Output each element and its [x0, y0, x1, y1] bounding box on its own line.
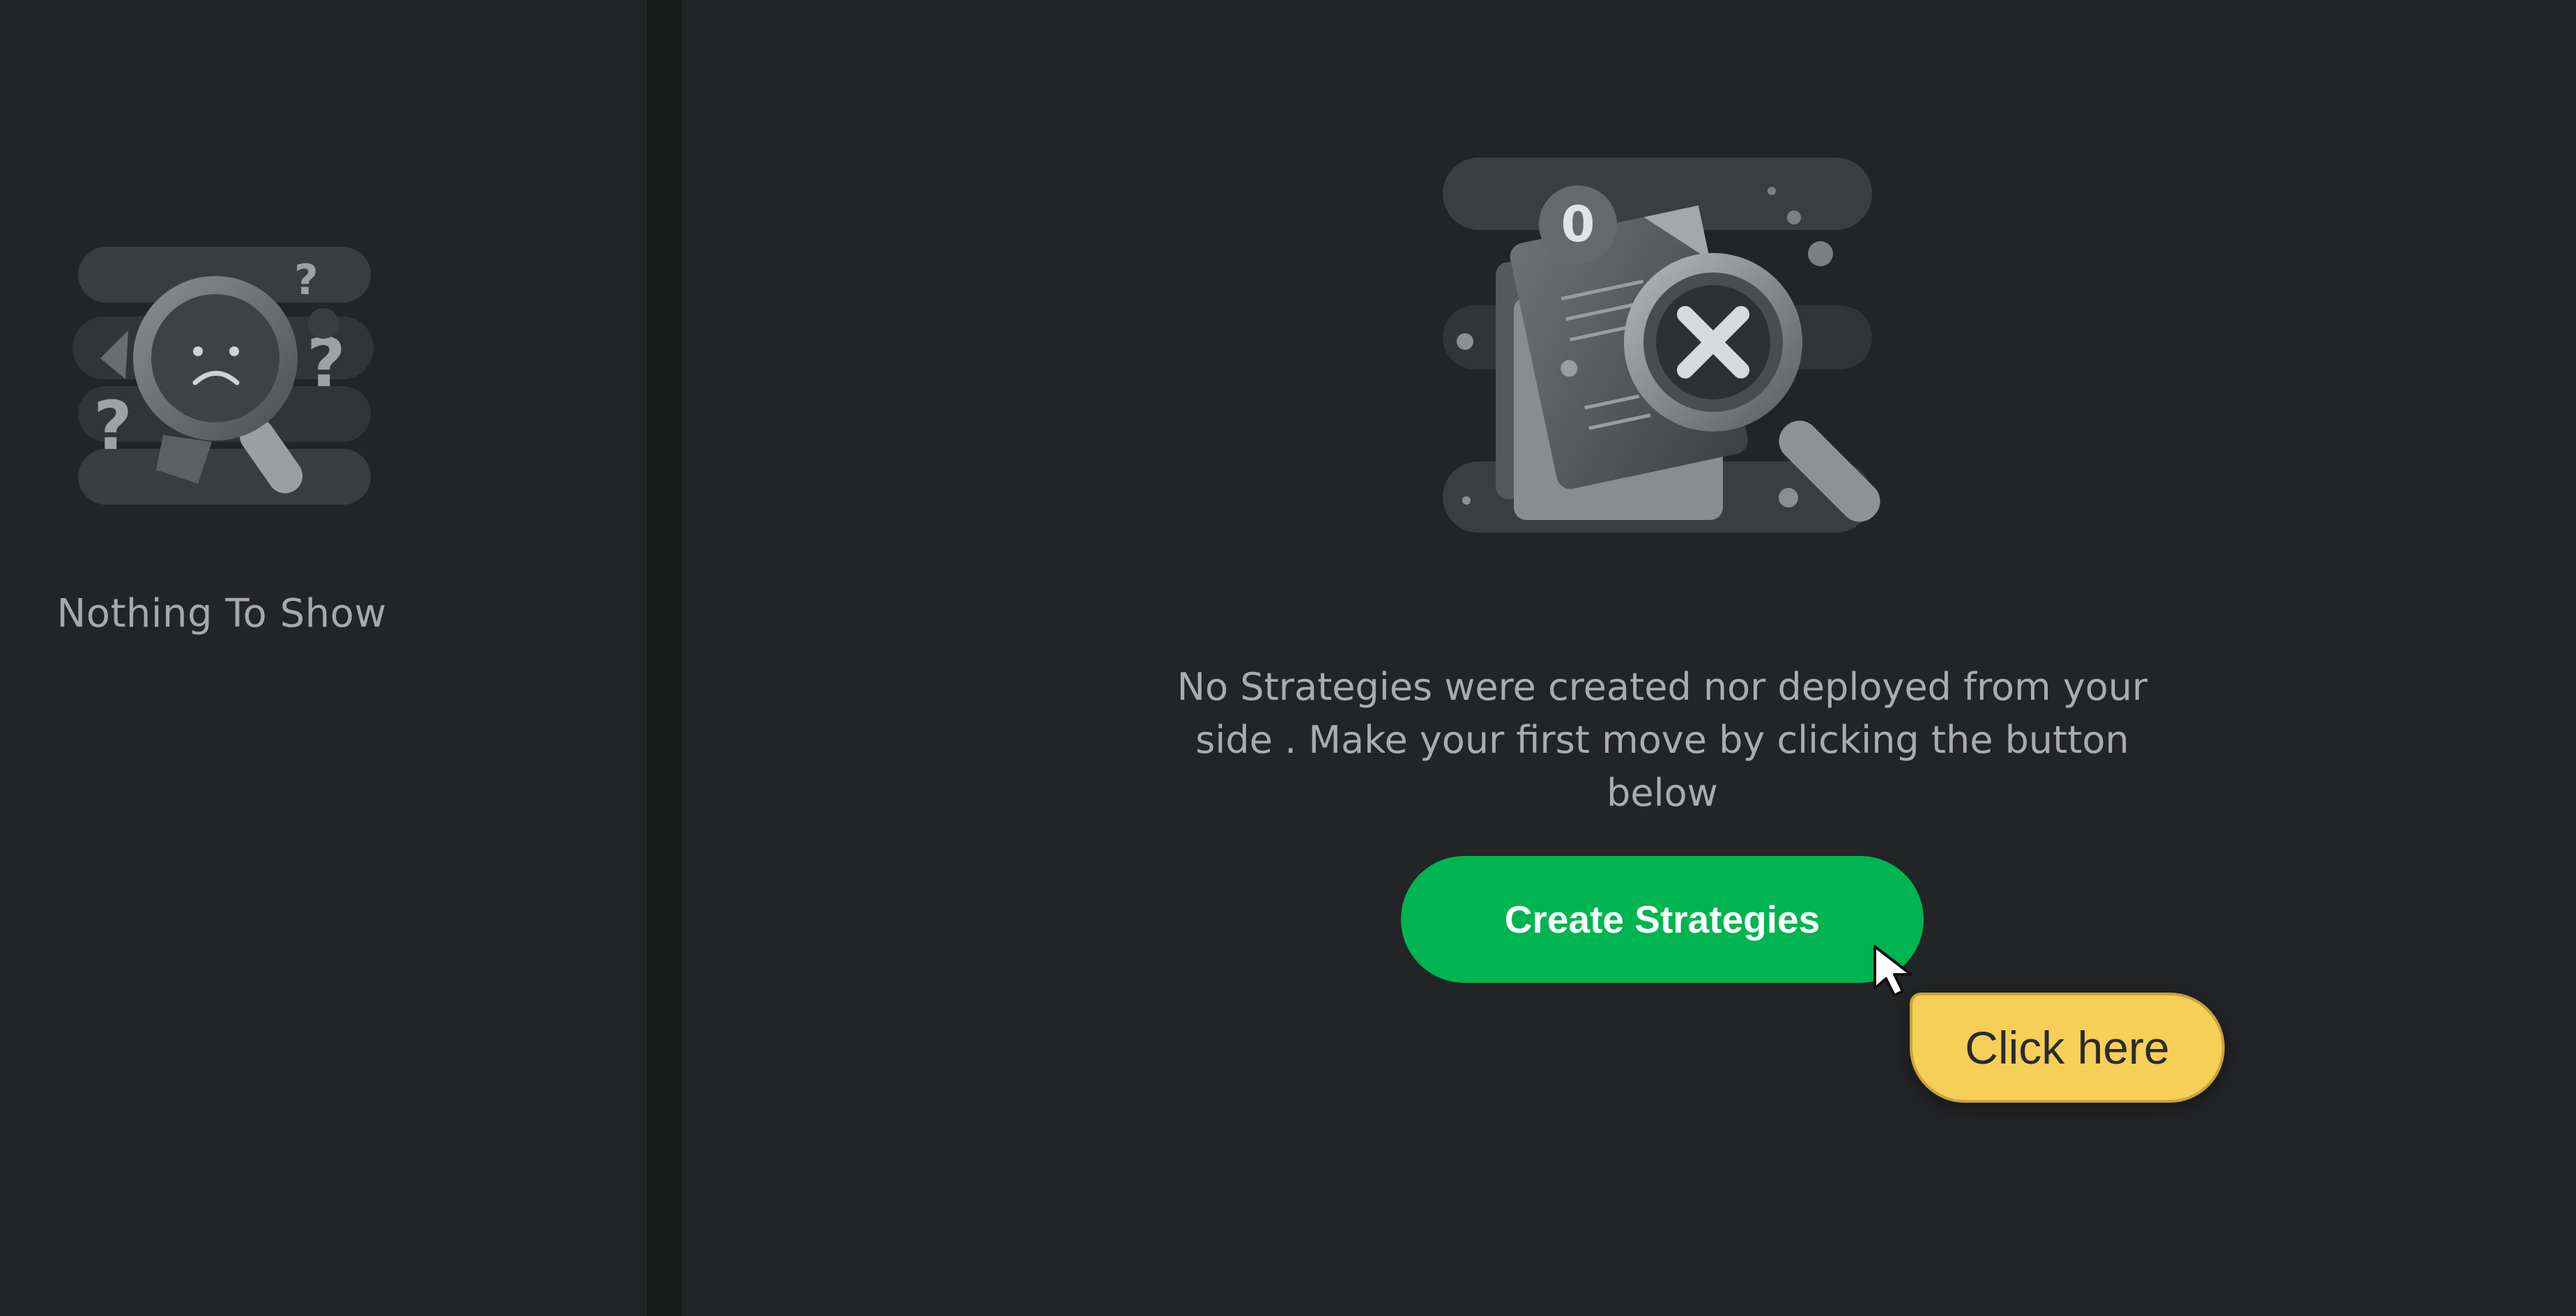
badge-count: 0 [1561, 196, 1595, 253]
empty-state-label: Nothing To Show [56, 591, 387, 636]
empty-state-message: No Strategies were created nor deployed … [1176, 665, 2148, 815]
left-panel: ? ? ? Nothing To Show [0, 0, 647, 1316]
app-window: ? ? ? Nothing To Show 0 No Strategies we… [0, 0, 2576, 1316]
svg-text:?: ? [93, 387, 132, 465]
panel-divider[interactable] [647, 0, 682, 1316]
click-here-tooltip: Click here [1910, 993, 2225, 1103]
create-strategies-button[interactable]: Create Strategies [1401, 856, 1924, 983]
svg-text:?: ? [294, 256, 319, 305]
empty-document-magnifier-icon: 0 [1436, 151, 1889, 541]
cursor-arrow-icon [1872, 944, 1921, 1000]
sad-magnifier-icon: ? ? ? [72, 240, 374, 517]
